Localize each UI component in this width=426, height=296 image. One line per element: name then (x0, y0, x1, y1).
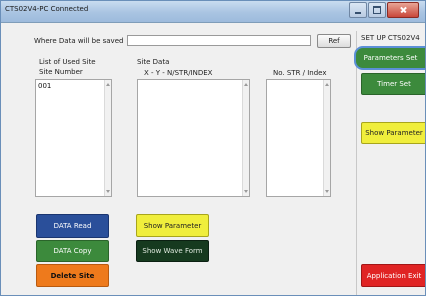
setup-header: SET UP CTS02V4 (361, 34, 420, 42)
save-location-label: Where Data will be saved (34, 37, 124, 45)
index-list[interactable] (266, 79, 331, 197)
used-sites-header: List of Used Site (39, 58, 96, 66)
close-icon[interactable] (387, 2, 419, 18)
site-data-columns-label: X - Y - N/STR/INDEX (144, 69, 213, 77)
show-wave-form-button[interactable]: Show Wave Form (136, 240, 209, 262)
timer-set-button[interactable]: Timer Set (361, 73, 425, 95)
index-header: No. STR / Index (273, 69, 327, 77)
title-bar: CTS02V4-PC Connected (1, 1, 425, 23)
site-number-label: Site Number (39, 68, 83, 76)
application-exit-button[interactable]: Application Exit (361, 264, 425, 287)
app-window: CTS02V4-PC Connected Where Data will be … (0, 0, 426, 296)
window-controls (348, 2, 419, 18)
site-list[interactable]: 001 (35, 79, 112, 197)
scroll-up-icon[interactable] (106, 83, 110, 86)
scroll-down-icon[interactable] (244, 190, 248, 193)
site-data-list[interactable] (137, 79, 250, 197)
scroll-down-icon[interactable] (325, 190, 329, 193)
window-title: CTS02V4-PC Connected (5, 5, 89, 13)
scroll-down-icon[interactable] (106, 190, 110, 193)
show-parameter-button[interactable]: Show Parameter (136, 214, 209, 237)
data-read-button[interactable]: DATA Read (36, 214, 109, 238)
scroll-up-icon[interactable] (244, 83, 248, 86)
index-list-scrollbar[interactable] (323, 80, 330, 196)
list-item[interactable]: 001 (38, 82, 51, 90)
delete-site-button[interactable]: Delete Site (36, 264, 109, 287)
setup-panel (356, 31, 425, 295)
site-data-scrollbar[interactable] (242, 80, 249, 196)
ref-button[interactable]: Ref (317, 34, 351, 48)
maximize-icon[interactable] (368, 2, 386, 18)
save-path-input[interactable] (127, 35, 311, 46)
site-data-header: Site Data (137, 58, 170, 66)
show-parameter-right-button[interactable]: Show Parameter (361, 122, 425, 144)
site-list-scrollbar[interactable] (104, 80, 111, 196)
minimize-icon[interactable] (349, 2, 367, 18)
scroll-up-icon[interactable] (325, 83, 329, 86)
parameters-set-button[interactable]: Parameters Set (354, 46, 425, 70)
data-copy-button[interactable]: DATA Copy (36, 240, 109, 262)
